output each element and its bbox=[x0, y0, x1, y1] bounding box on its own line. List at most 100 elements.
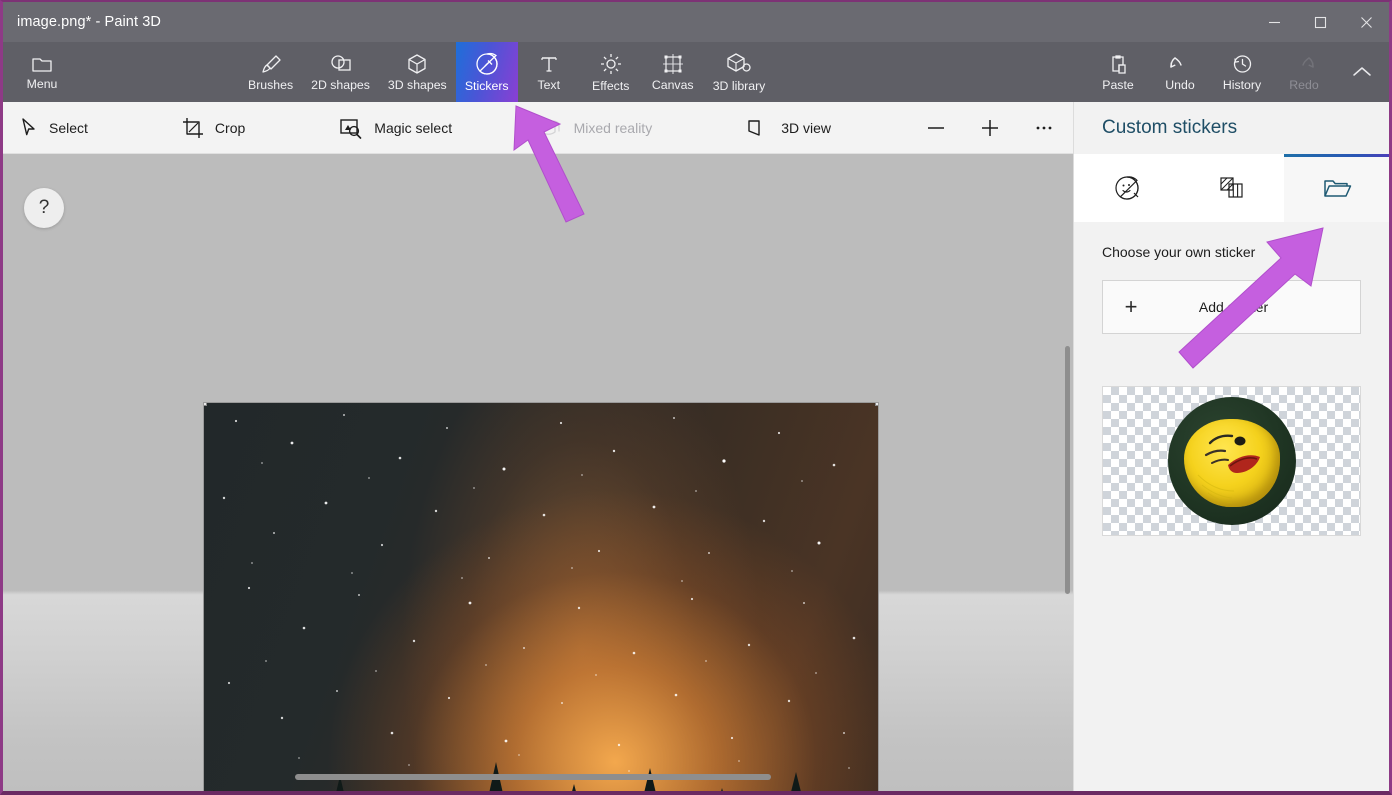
action-undo-label: Undo bbox=[1165, 77, 1195, 92]
action-redo-label: Redo bbox=[1289, 77, 1319, 92]
title-bar: image.png* - Paint 3D bbox=[3, 2, 1389, 42]
horizontal-scrollbar-thumb[interactable] bbox=[295, 774, 771, 780]
panel-subtitle: Choose your own sticker bbox=[1102, 244, 1256, 260]
textures-tab[interactable] bbox=[1179, 154, 1284, 222]
tool-stickers-label: Stickers bbox=[464, 78, 509, 93]
tool-3d-view-label: 3D view bbox=[781, 119, 831, 136]
ribbon-tools-group: Brushes 2D shapes 3D shapes Stickers Tex… bbox=[239, 42, 774, 102]
maximize-button[interactable] bbox=[1297, 2, 1343, 42]
more-options-button[interactable] bbox=[1017, 102, 1071, 154]
plus-icon bbox=[982, 119, 998, 136]
panel-title: Custom stickers bbox=[1102, 117, 1238, 138]
2d-shapes-icon bbox=[330, 54, 351, 71]
action-paste-label: Paste bbox=[1102, 77, 1134, 92]
tool-effects[interactable]: Effects bbox=[580, 42, 642, 102]
undo-icon bbox=[1170, 56, 1182, 68]
menu-button[interactable]: Menu bbox=[3, 42, 81, 102]
sticker-category-tabs bbox=[1074, 154, 1389, 222]
3d-shapes-icon bbox=[408, 53, 426, 74]
action-history-label: History bbox=[1222, 78, 1262, 92]
action-paste[interactable]: Paste bbox=[1087, 42, 1149, 102]
tool-2d-shapes[interactable]: 2D shapes bbox=[302, 42, 379, 102]
stickers-tab[interactable] bbox=[1074, 154, 1179, 222]
tool-text-label: Text bbox=[537, 77, 560, 92]
redo-icon bbox=[1302, 56, 1314, 68]
history-icon bbox=[1233, 55, 1251, 73]
tool-effects-label: Effects bbox=[592, 78, 630, 93]
close-icon bbox=[1360, 16, 1372, 28]
ribbon-left-spacer bbox=[81, 42, 239, 102]
help-label: ? bbox=[38, 197, 50, 218]
tool-crop[interactable]: Crop bbox=[166, 102, 261, 154]
zoom-out-button[interactable] bbox=[909, 102, 963, 154]
tool-canvas-label: Canvas bbox=[651, 77, 694, 92]
action-undo[interactable]: Undo bbox=[1149, 42, 1211, 102]
folder-open-icon bbox=[1323, 180, 1351, 197]
add-sticker-button[interactable]: + Add sticker bbox=[1102, 280, 1361, 334]
cushion-face-details bbox=[1197, 434, 1260, 504]
minus-icon bbox=[928, 126, 944, 129]
horizontal-scrollbar-track[interactable] bbox=[3, 771, 1079, 785]
menu-label: Menu bbox=[26, 76, 58, 91]
crop-icon bbox=[182, 117, 203, 138]
tool-magic-select-label: Magic select bbox=[374, 119, 453, 136]
custom-stickers-tab[interactable] bbox=[1284, 154, 1389, 222]
text-icon bbox=[541, 56, 557, 72]
minimize-icon bbox=[1268, 21, 1280, 23]
3d-library-icon bbox=[727, 52, 751, 72]
zoom-in-button[interactable] bbox=[963, 102, 1017, 154]
tool-3d-library[interactable]: 3D library bbox=[704, 42, 775, 102]
tool-mixed-reality[interactable]: Mixed reality bbox=[523, 102, 669, 154]
tool-select-label: Select bbox=[49, 119, 88, 136]
stickers-icon bbox=[476, 52, 498, 75]
sticker-thumbnail-item[interactable] bbox=[1102, 386, 1361, 536]
tool-select[interactable]: Select bbox=[3, 102, 104, 154]
tool-3d-shapes[interactable]: 3D shapes bbox=[379, 42, 456, 102]
ribbon-collapse-button[interactable] bbox=[1335, 42, 1389, 102]
tool-magic-select[interactable]: Magic select bbox=[323, 102, 468, 154]
tool-text[interactable]: Text bbox=[518, 42, 580, 102]
texture-icon bbox=[1219, 177, 1243, 198]
handle-tr[interactable] bbox=[875, 403, 878, 406]
canvas-image[interactable] bbox=[203, 402, 879, 791]
sticker-face-icon bbox=[1114, 176, 1139, 200]
action-history[interactable]: History bbox=[1211, 42, 1273, 102]
window-controls bbox=[1251, 2, 1389, 42]
tool-brushes[interactable]: Brushes bbox=[239, 42, 302, 102]
ribbon-actions-group: Paste Undo History Redo bbox=[1087, 42, 1389, 102]
minimize-button[interactable] bbox=[1251, 2, 1297, 42]
tool-stickers[interactable]: Stickers bbox=[455, 42, 518, 102]
ribbon-toolbar: Menu Brushes 2D shapes 3D shapes Sticker… bbox=[3, 42, 1389, 102]
folder-icon bbox=[32, 57, 52, 72]
tool-3d-shapes-label: 3D shapes bbox=[387, 77, 447, 92]
canvas-workspace[interactable] bbox=[3, 154, 1079, 791]
close-button[interactable] bbox=[1343, 2, 1389, 42]
tool-mixed-reality-label: Mixed reality bbox=[573, 119, 653, 136]
tool-crop-label: Crop bbox=[214, 119, 246, 136]
magic-select-icon bbox=[340, 118, 362, 139]
tool-3d-library-label: 3D library bbox=[712, 78, 766, 93]
mixed-reality-icon bbox=[540, 120, 560, 135]
chevron-up-icon bbox=[1353, 67, 1371, 76]
tool-3d-view[interactable]: 3D view bbox=[730, 102, 847, 154]
custom-stickers-panel: Custom stickers Choose your own sticker … bbox=[1073, 102, 1389, 791]
ellipsis-icon bbox=[1036, 126, 1052, 129]
help-button[interactable]: ? bbox=[24, 188, 64, 228]
canvas-icon bbox=[662, 53, 683, 74]
vertical-scrollbar[interactable] bbox=[1065, 346, 1070, 594]
tool-brushes-label: Brushes bbox=[248, 77, 294, 92]
ribbon-mid-spacer bbox=[774, 42, 1087, 102]
action-redo[interactable]: Redo bbox=[1273, 42, 1335, 102]
sub-toolbar: Select Crop Magic select Mixed reality 3… bbox=[3, 102, 1079, 154]
handle-tl[interactable] bbox=[204, 403, 207, 406]
cursor-select-icon bbox=[22, 118, 35, 136]
window-title: image.png* - Paint 3D bbox=[17, 14, 161, 30]
paint3d-window: image.png* - Paint 3D Menu Brushes 2D sh… bbox=[0, 0, 1392, 795]
sticker-thumbnail-image bbox=[1167, 397, 1296, 525]
tool-canvas[interactable]: Canvas bbox=[642, 42, 704, 102]
tool-2d-shapes-label: 2D shapes bbox=[311, 77, 370, 92]
3d-view-icon bbox=[748, 119, 760, 136]
brush-icon bbox=[261, 54, 281, 73]
paste-icon bbox=[1112, 54, 1126, 74]
maximize-icon bbox=[1314, 16, 1326, 28]
